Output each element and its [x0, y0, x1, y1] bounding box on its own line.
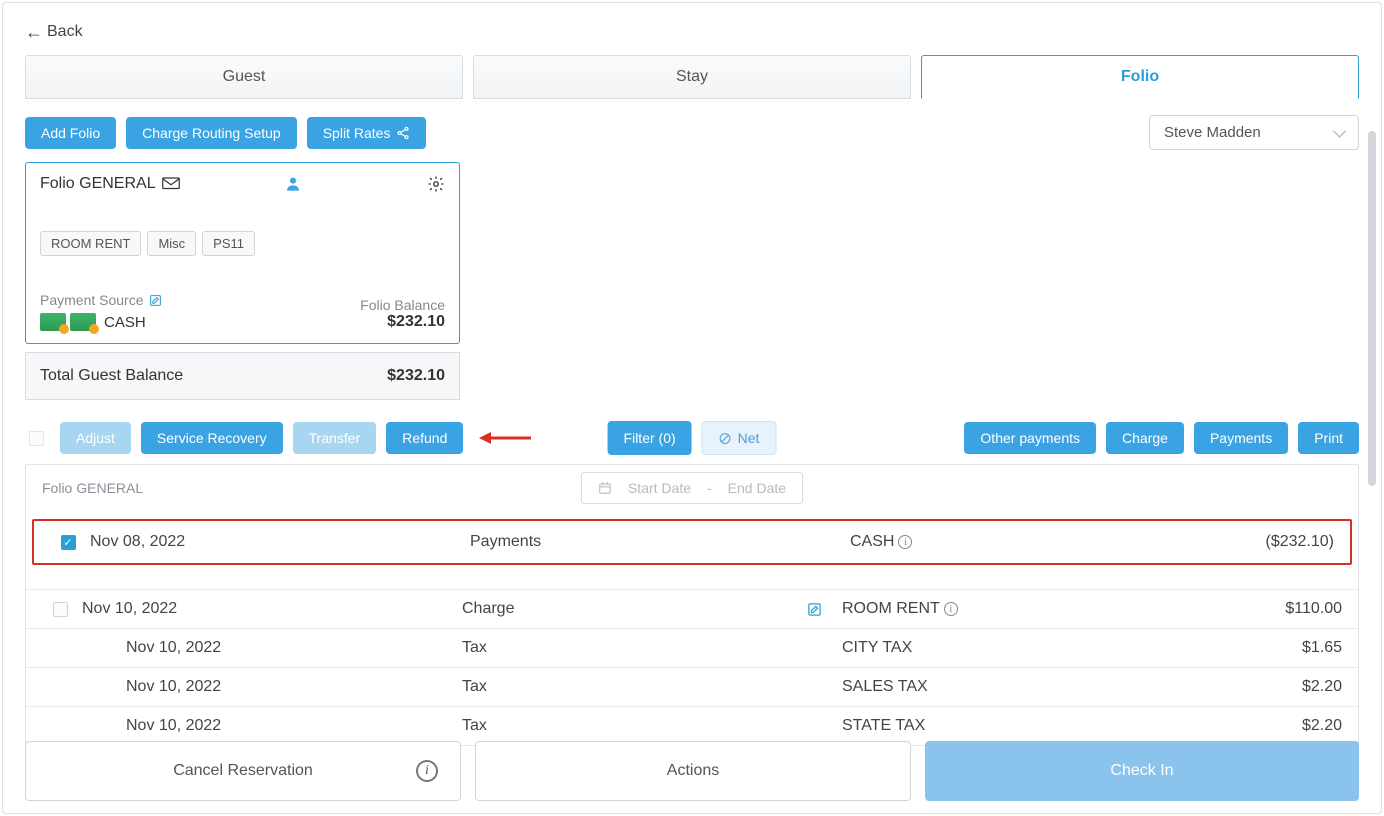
row-checkbox-checked[interactable]: ✓ [61, 535, 76, 550]
row-date: Nov 10, 2022 [82, 600, 462, 618]
row-type: Tax [462, 678, 842, 696]
gear-icon[interactable] [427, 175, 445, 193]
payments-button[interactable]: Payments [1194, 422, 1288, 454]
back-button[interactable]: ← Back [25, 23, 83, 41]
row-type: Tax [462, 639, 842, 657]
line-item-row[interactable]: ✓ Nov 08, 2022 Payments CASH i ($232.10) [32, 519, 1352, 565]
folio-toolbar: Add Folio Charge Routing Setup Split Rat… [25, 115, 1359, 150]
date-dash: - [707, 480, 712, 496]
chip-room-rent[interactable]: ROOM RENT [40, 231, 141, 256]
row-desc: CASH [850, 533, 894, 551]
row-type: Charge [462, 600, 807, 618]
total-balance-label: Total Guest Balance [40, 367, 183, 385]
row-amount: $110.00 [1182, 600, 1342, 618]
select-all-checkbox[interactable] [29, 431, 44, 446]
row-amount: ($232.10) [1174, 533, 1334, 551]
folio-action-row: Adjust Service Recovery Transfer Refund … [25, 422, 1359, 454]
app-frame: ← Back Guest Stay Folio Add Folio Charge… [2, 2, 1382, 814]
pencil-icon[interactable] [149, 294, 162, 307]
tab-stay[interactable]: Stay [473, 55, 911, 99]
split-rates-button[interactable]: Split Rates [307, 117, 427, 149]
back-label: Back [47, 23, 83, 41]
ban-icon [719, 432, 732, 445]
payment-source-value: CASH [104, 314, 146, 331]
chip-ps11[interactable]: PS11 [202, 231, 255, 256]
total-guest-balance: Total Guest Balance $232.10 [25, 352, 460, 400]
split-rates-label: Split Rates [323, 125, 391, 141]
end-date-placeholder: End Date [728, 480, 786, 496]
mail-icon[interactable] [162, 177, 180, 191]
filter-button[interactable]: Filter (0) [608, 421, 692, 455]
info-icon[interactable]: i [944, 602, 958, 616]
net-label: Net [738, 430, 760, 446]
adjust-button: Adjust [60, 422, 131, 454]
guest-select[interactable]: Steve Madden [1149, 115, 1359, 150]
line-item-row: Nov 10, 2022 Tax CITY TAX $1.65 [26, 628, 1358, 667]
net-button[interactable]: Net [702, 421, 777, 455]
cash-icon [40, 313, 66, 331]
row-amount: $2.20 [1182, 717, 1342, 735]
check-in-button[interactable]: Check In [925, 741, 1359, 801]
calendar-icon [598, 481, 612, 495]
scrollbar-thumb[interactable] [1368, 131, 1376, 486]
folio-line-items: Folio GENERAL Start Date - End Date ✓ [25, 464, 1359, 746]
actions-button[interactable]: Actions [475, 741, 911, 801]
folio-balance-value: $232.10 [360, 313, 445, 331]
transfer-button: Transfer [293, 422, 377, 454]
row-desc: SALES TAX [842, 678, 1182, 696]
arrow-left-icon: ← [25, 23, 43, 41]
person-icon[interactable] [285, 176, 301, 192]
row-type: Tax [462, 717, 842, 735]
annotation-arrow-icon [479, 429, 533, 447]
scrollbar[interactable] [1365, 131, 1379, 723]
cash-icon [70, 313, 96, 331]
charge-routing-setup-button[interactable]: Charge Routing Setup [126, 117, 297, 149]
line-item-row: Nov 10, 2022 Tax SALES TAX $2.20 [26, 667, 1358, 706]
guest-select-value: Steve Madden [1164, 124, 1261, 141]
folio-card[interactable]: Folio GENERAL [25, 162, 460, 344]
tab-folio[interactable]: Folio [921, 55, 1359, 99]
service-recovery-button[interactable]: Service Recovery [141, 422, 283, 454]
row-date: Nov 10, 2022 [82, 717, 462, 735]
row-desc: ROOM RENT [842, 600, 940, 618]
share-icon [396, 126, 410, 140]
pencil-icon[interactable] [807, 602, 822, 617]
row-date: Nov 10, 2022 [82, 639, 462, 657]
footer-bar: Cancel Reservation i Actions Check In [25, 741, 1359, 801]
start-date-placeholder: Start Date [628, 480, 691, 496]
date-range-input[interactable]: Start Date - End Date [581, 472, 803, 504]
folio-chips: ROOM RENT Misc PS11 [40, 231, 445, 256]
row-checkbox[interactable] [53, 602, 68, 617]
folio-balance-label: Folio Balance [360, 297, 445, 313]
other-payments-button[interactable]: Other payments [964, 422, 1096, 454]
row-desc: CITY TAX [842, 639, 1182, 657]
scroll-area: ← Back Guest Stay Folio Add Folio Charge… [3, 3, 1381, 813]
row-date: Nov 10, 2022 [82, 678, 462, 696]
actions-label: Actions [667, 762, 719, 780]
tab-guest[interactable]: Guest [25, 55, 463, 99]
check-in-label: Check In [1110, 762, 1173, 780]
cancel-reservation-button[interactable]: Cancel Reservation i [25, 741, 461, 801]
row-desc: STATE TAX [842, 717, 1182, 735]
row-date: Nov 08, 2022 [90, 533, 470, 551]
total-balance-value: $232.10 [387, 367, 445, 385]
folio-card-title: Folio GENERAL [40, 175, 156, 193]
line-item-table: ✓ Nov 08, 2022 Payments CASH i ($232.10)… [26, 519, 1358, 745]
row-amount: $1.65 [1182, 639, 1342, 657]
info-icon[interactable]: i [416, 760, 438, 782]
refund-button[interactable]: Refund [386, 422, 463, 454]
cancel-reservation-label: Cancel Reservation [173, 762, 313, 780]
print-button[interactable]: Print [1298, 422, 1359, 454]
info-icon[interactable]: i [898, 535, 912, 549]
chip-misc[interactable]: Misc [147, 231, 196, 256]
add-folio-button[interactable]: Add Folio [25, 117, 116, 149]
row-type: Payments [470, 533, 850, 551]
tabs: Guest Stay Folio [25, 55, 1359, 99]
line-item-row[interactable]: Nov 10, 2022 Charge ROOM RENT i $110. [26, 589, 1358, 628]
folio-section-title: Folio GENERAL [42, 480, 143, 496]
payment-source-label: Payment Source [40, 292, 144, 308]
charge-button[interactable]: Charge [1106, 422, 1184, 454]
line-item-row: Nov 10, 2022 Tax STATE TAX $2.20 [26, 706, 1358, 745]
row-amount: $2.20 [1182, 678, 1342, 696]
